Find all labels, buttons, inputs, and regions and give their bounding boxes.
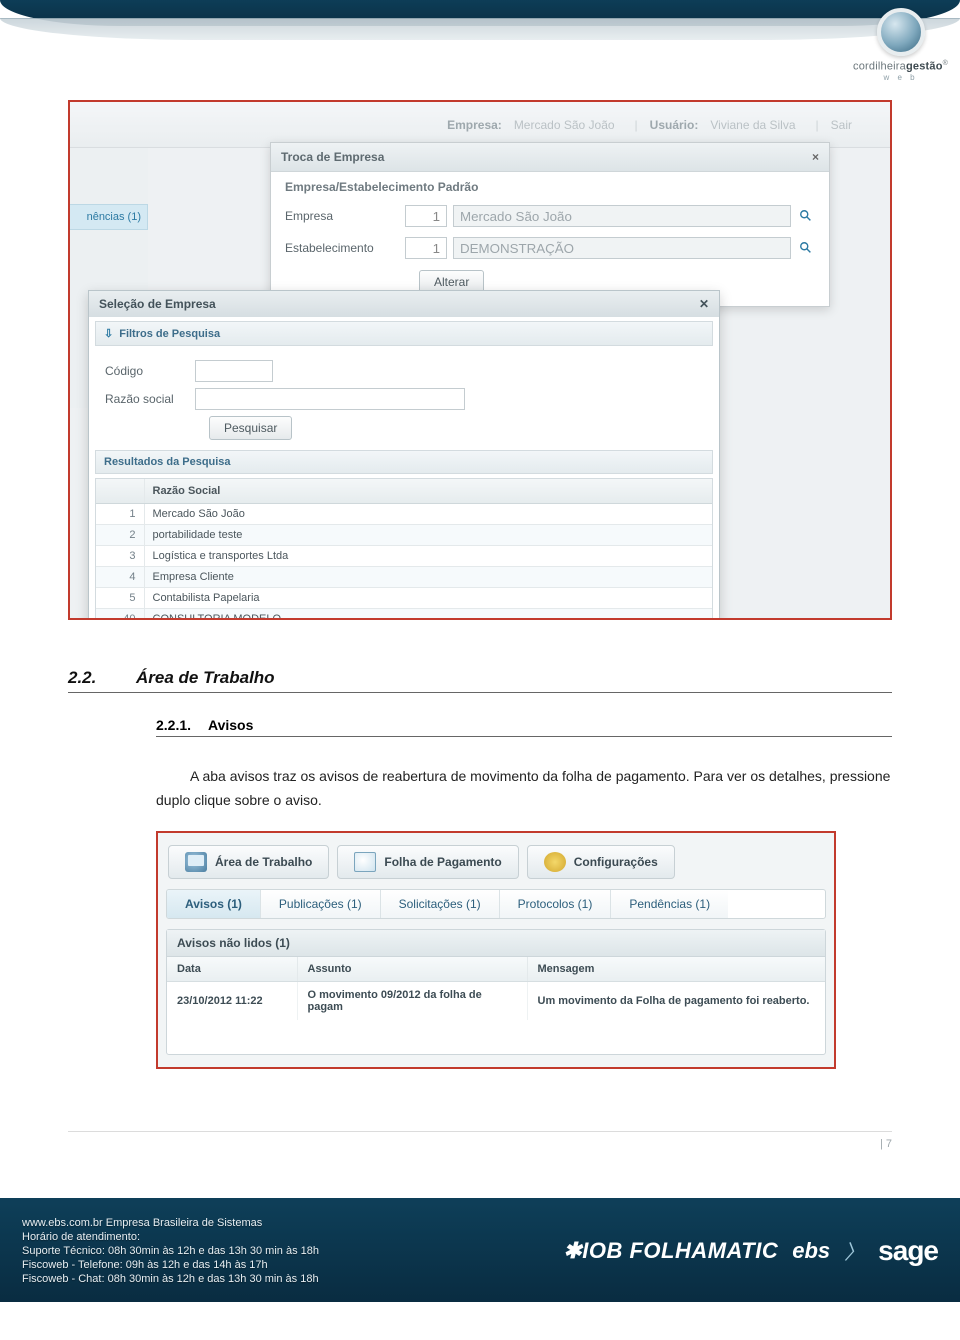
pesquisar-button[interactable]: Pesquisar [209, 416, 292, 440]
globe-icon [877, 8, 925, 56]
page-number: | 7 [68, 1125, 892, 1150]
hdr-empresa-label: Empresa: [447, 118, 502, 132]
col-mensagem: Mensagem [527, 957, 825, 982]
razao-label: Razão social [105, 392, 195, 406]
heading-2-2: 2.2. Área de Trabalho [68, 668, 892, 693]
avisos-panel-title: Avisos não lidos (1) [167, 930, 825, 957]
brand-name-b: gestão [906, 61, 943, 73]
subtab-publicacoes[interactable]: Publicações (1) [261, 890, 381, 918]
resultados-header: Resultados da Pesquisa [95, 450, 713, 474]
col-num [96, 479, 144, 504]
footer-line-3: Suporte Técnico: 08h 30min às 12h e das … [22, 1245, 319, 1257]
nav-tab-config[interactable]: Configurações [527, 845, 675, 879]
footer-line-2: Horário de atendimento: [22, 1231, 319, 1243]
logo-ebs: ebs [792, 1238, 830, 1264]
modal-troca-title: Troca de Empresa [281, 150, 384, 164]
footer-line-1: www.ebs.com.br Empresa Brasileira de Sis… [22, 1217, 319, 1229]
subtab-pendencias[interactable]: Pendências (1) [611, 890, 728, 918]
sidebar-tab-truncated[interactable]: nências (1) [70, 204, 148, 230]
chevron-right-icon: 〉 [844, 1236, 864, 1265]
col-data: Data [167, 957, 297, 982]
brand-logo: cordilheiragestão® w e b [853, 8, 948, 82]
modal-selecao-close-icon[interactable]: ✕ [699, 297, 709, 311]
col-assunto: Assunto [297, 957, 527, 982]
brand-name-a: cordilheira [853, 61, 906, 73]
table-row[interactable]: 1Mercado São João [96, 504, 712, 525]
nav-tab-area-trabalho[interactable]: Área de Trabalho [168, 845, 329, 879]
page-footer: www.ebs.com.br Empresa Brasileira de Sis… [0, 1198, 960, 1302]
avisos-panel: Avisos não lidos (1) Data Assunto Mensag… [166, 929, 826, 1055]
subtab-solicitacoes[interactable]: Solicitações (1) [381, 890, 500, 918]
hdr-usuario-label: Usuário: [650, 118, 699, 132]
estab-label: Estabelecimento [285, 241, 405, 255]
empresa-name-input[interactable] [453, 205, 791, 227]
heading-2-2-1: 2.2.1. Avisos [156, 717, 892, 737]
search-icon[interactable] [797, 207, 815, 225]
filtros-header[interactable]: ⇩ Filtros de Pesquisa [95, 321, 713, 346]
top-banner: cordilheiragestão® w e b [0, 0, 960, 100]
results-table: Razão Social 1Mercado São João2portabili… [96, 479, 712, 620]
razao-input[interactable] [195, 388, 465, 410]
hdr-sair-link[interactable]: Sair [831, 118, 852, 132]
avisos-table: Data Assunto Mensagem 23/10/2012 11:22 O… [167, 957, 825, 1054]
table-row[interactable]: 40CONSULTORIA MODELO [96, 609, 712, 621]
desktop-icon [185, 852, 207, 872]
logo-sage: sage [878, 1235, 938, 1267]
table-row[interactable]: 5Contabilista Papelaria [96, 588, 712, 609]
table-row[interactable]: 4Empresa Cliente [96, 567, 712, 588]
logo-iob: ✱IOB FOLHAMATIC [563, 1238, 778, 1264]
subtab-protocolos[interactable]: Protocolos (1) [500, 890, 612, 918]
search-icon[interactable] [797, 239, 815, 257]
screenshot-troca-empresa: Empresa: Mercado São João | Usuário: Viv… [68, 100, 892, 620]
empresa-label: Empresa [285, 209, 405, 223]
paragraph-avisos: A aba avisos traz os avisos de reabertur… [156, 765, 892, 813]
codigo-label: Código [105, 364, 195, 378]
brand-sub: w e b [853, 73, 948, 82]
nav-tab-folha[interactable]: Folha de Pagamento [337, 845, 518, 879]
estab-name-input[interactable] [453, 237, 791, 259]
footer-line-4: Fiscoweb - Telefone: 09h às 12h e das 14… [22, 1259, 319, 1271]
hdr-empresa-value: Mercado São João [514, 118, 615, 132]
col-razao: Razão Social [144, 479, 712, 504]
estab-id-input[interactable] [405, 237, 447, 259]
modal-selecao-title: Seleção de Empresa [99, 297, 216, 311]
gear-icon [544, 852, 566, 872]
document-icon [354, 852, 376, 872]
modal-troca-empresa: Troca de Empresa × Empresa/Estabelecimen… [270, 142, 830, 307]
table-row[interactable]: 23/10/2012 11:22 O movimento 09/2012 da … [167, 981, 825, 1020]
table-row[interactable]: 3Logística e transportes Ltda [96, 546, 712, 567]
table-row[interactable]: 2portabilidade teste [96, 525, 712, 546]
subtab-avisos[interactable]: Avisos (1) [167, 890, 261, 918]
hdr-usuario-value: Viviane da Silva [710, 118, 795, 132]
collapse-icon: ⇩ [104, 327, 113, 340]
codigo-input[interactable] [195, 360, 273, 382]
modal-troca-close-icon[interactable]: × [812, 150, 819, 164]
empresa-id-input[interactable] [405, 205, 447, 227]
modal-selecao-empresa: Seleção de Empresa ✕ ⇩ Filtros de Pesqui… [88, 290, 720, 620]
fieldset-header: Empresa/Estabelecimento Padrão [271, 172, 829, 200]
screenshot-avisos: Área de Trabalho Folha de Pagamento Conf… [156, 831, 836, 1069]
footer-line-5: Fiscoweb - Chat: 08h 30min às 12h e das … [22, 1273, 319, 1285]
